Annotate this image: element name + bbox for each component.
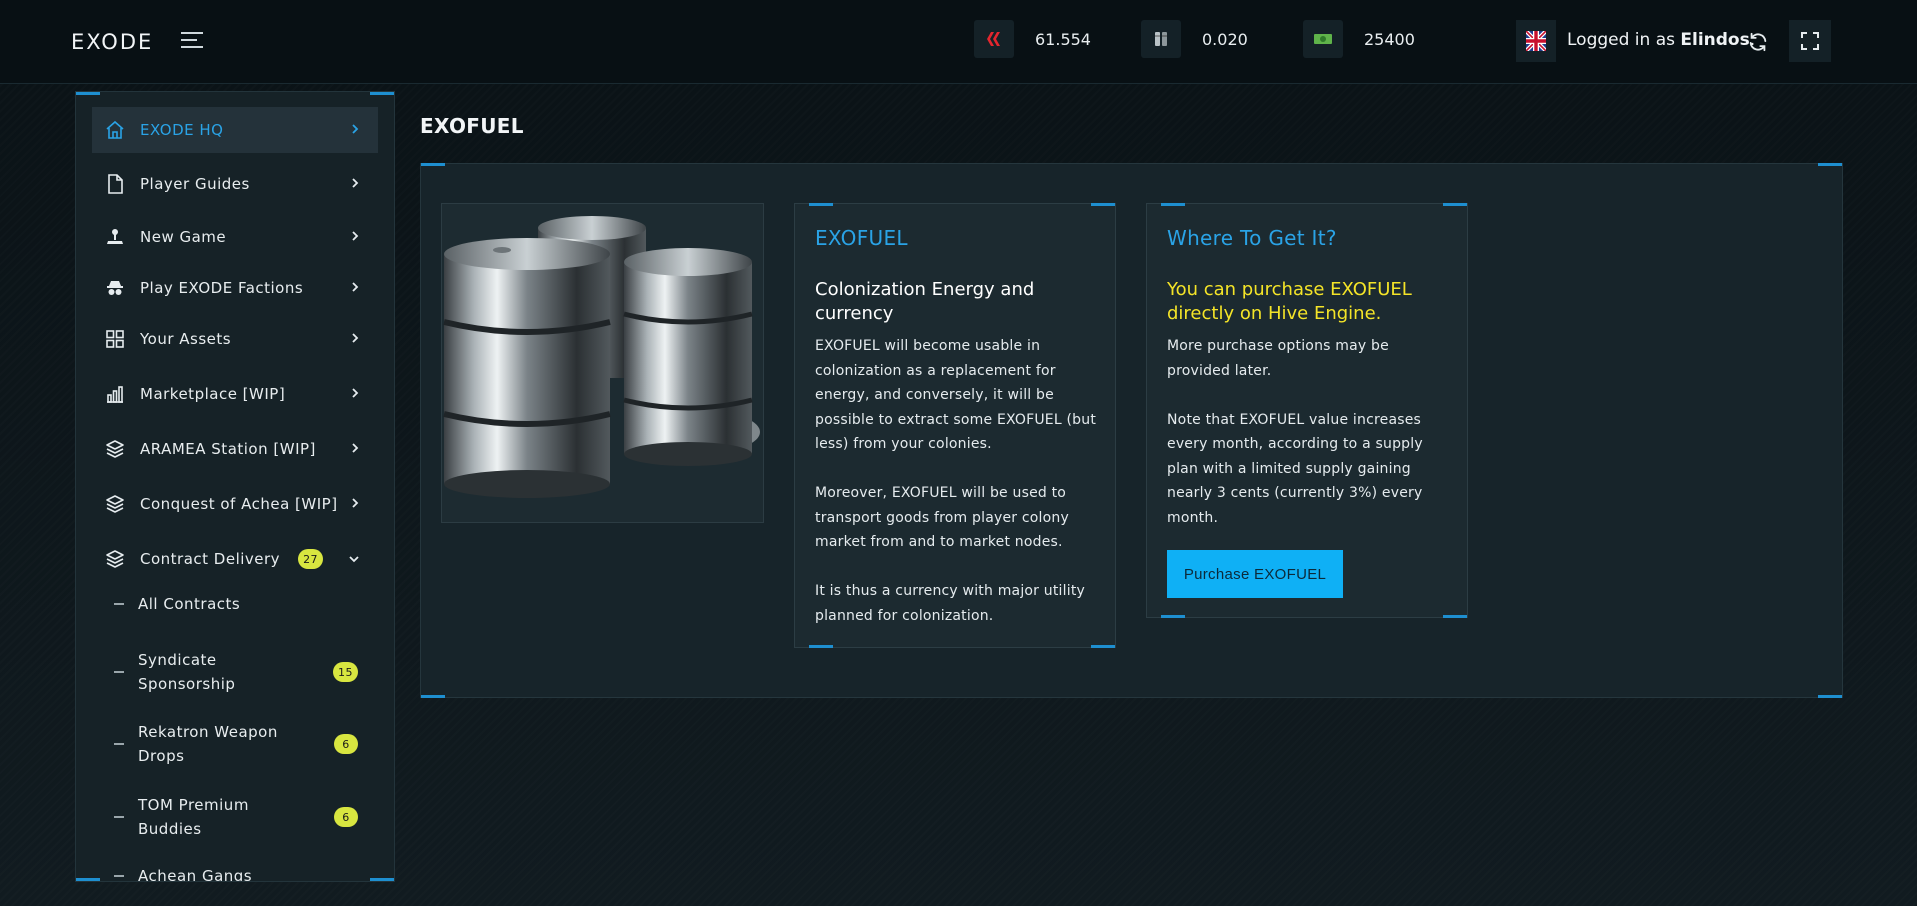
info-paragraph: It is thus a currency with major utility… xyxy=(815,583,1085,624)
refresh-icon[interactable] xyxy=(1747,31,1771,55)
corner-accent xyxy=(1443,615,1467,618)
corner-accent xyxy=(421,163,445,166)
exofuel-balance: 0.020 xyxy=(1202,29,1248,49)
joystick-icon xyxy=(104,226,126,248)
corner-accent xyxy=(1161,203,1185,206)
cash-balance: 25400 xyxy=(1364,29,1415,49)
top-bar: EXODE 61.554 0.020 25400 Logged in as El… xyxy=(0,0,1917,84)
count-badge: 6 xyxy=(334,807,358,827)
info-paragraph: EXOFUEL will become usable in colonizati… xyxy=(815,338,1097,452)
dash-bullet xyxy=(114,816,124,818)
exofuel-info-card: EXOFUEL Colonization Energy and currency… xyxy=(794,203,1116,648)
page-title: EXOFUEL xyxy=(420,114,524,138)
chevron-right-icon xyxy=(350,175,360,193)
currency-cash: 25400 xyxy=(1303,20,1415,58)
sidebar-item-player-guides[interactable]: Player Guides xyxy=(92,161,378,207)
sidebar-nav: EXODE HQ Player Guides New Game Play EXO… xyxy=(75,91,395,882)
where-paragraph: Note that EXOFUEL value increases every … xyxy=(1167,411,1423,526)
dash-bullet xyxy=(114,671,124,673)
sidebar-subitem-all-contracts[interactable]: All Contracts xyxy=(92,592,378,616)
corner-accent xyxy=(1091,203,1115,206)
corner-accent xyxy=(809,645,833,648)
fullscreen-icon[interactable] xyxy=(1789,20,1831,62)
sidebar-item-new-game[interactable]: New Game xyxy=(92,214,378,260)
contract-count-badge: 27 xyxy=(298,549,324,569)
corner-accent xyxy=(1818,695,1842,698)
exofuel-barrels-image xyxy=(441,203,764,523)
count-badge: 15 xyxy=(333,662,358,682)
info-paragraph: Moreover, EXOFUEL will be used to transp… xyxy=(815,485,1069,550)
dash-bullet xyxy=(114,743,124,745)
where-card-body: More purchase options may be provided la… xyxy=(1167,334,1452,530)
cash-icon xyxy=(1303,20,1343,58)
layers-icon xyxy=(104,548,126,570)
spy-icon xyxy=(104,277,126,299)
hive-icon xyxy=(974,20,1014,58)
chart-icon xyxy=(104,383,126,405)
chevron-right-icon xyxy=(350,121,360,139)
chevron-right-icon xyxy=(350,279,360,297)
corner-accent xyxy=(421,695,445,698)
layers-icon xyxy=(104,493,126,515)
corner-accent xyxy=(1161,615,1185,618)
info-card-body: EXOFUEL will become usable in colonizati… xyxy=(815,334,1100,628)
sidebar-subitem-achean-gangs[interactable]: Achean Gangs xyxy=(92,864,378,881)
where-paragraph: More purchase options may be provided la… xyxy=(1167,338,1389,379)
sidebar-item-exode-hq[interactable]: EXODE HQ xyxy=(92,107,378,153)
corner-accent xyxy=(809,203,833,206)
dash-bullet xyxy=(114,603,124,605)
corner-accent xyxy=(370,92,394,95)
sidebar-subitem-syndicate-sponsorship[interactable]: Syndicate Sponsorship 15 xyxy=(92,648,378,696)
corner-accent xyxy=(1091,645,1115,648)
count-badge: 6 xyxy=(334,734,358,754)
sidebar-item-conquest-of-achea[interactable]: Conquest of Achea [WIP] xyxy=(92,481,378,527)
home-icon xyxy=(104,119,126,141)
grid-icon xyxy=(104,328,126,350)
currency-exofuel: 0.020 xyxy=(1141,20,1248,58)
exode-logo[interactable]: EXODE xyxy=(71,30,153,54)
uk-flag-icon[interactable] xyxy=(1516,20,1556,62)
dash-bullet xyxy=(114,875,124,877)
chevron-down-icon xyxy=(348,550,360,568)
username: Elindos xyxy=(1680,30,1750,50)
chevron-right-icon xyxy=(350,228,360,246)
currency-hive: 61.554 xyxy=(974,20,1091,58)
info-card-title: EXOFUEL xyxy=(815,226,908,250)
chevron-right-icon xyxy=(350,330,360,348)
sidebar-item-your-assets[interactable]: Your Assets xyxy=(92,316,378,362)
chevron-right-icon xyxy=(350,495,360,513)
corner-accent xyxy=(1818,163,1842,166)
logged-in-text: Logged in as Elindos. xyxy=(1567,30,1756,50)
document-icon xyxy=(104,173,126,195)
sidebar-item-contract-delivery[interactable]: Contract Delivery 27 xyxy=(92,536,378,582)
hive-balance: 61.554 xyxy=(1035,29,1091,49)
sidebar-item-marketplace[interactable]: Marketplace [WIP] xyxy=(92,371,378,417)
sidebar-item-aramea-station[interactable]: ARAMEA Station [WIP] xyxy=(92,426,378,472)
sidebar-item-play-exode-factions[interactable]: Play EXODE Factions xyxy=(92,265,378,311)
layers-icon xyxy=(104,438,126,460)
purchase-exofuel-button[interactable]: Purchase EXOFUEL xyxy=(1167,550,1343,598)
chevron-right-icon xyxy=(350,385,360,403)
corner-accent xyxy=(1443,203,1467,206)
exofuel-icon xyxy=(1141,20,1181,58)
sidebar-subitem-rekatron-weapon-drops[interactable]: Rekatron Weapon Drops 6 xyxy=(92,720,378,768)
chevron-right-icon xyxy=(350,440,360,458)
info-card-subtitle: Colonization Energy and currency xyxy=(815,279,1035,324)
sidebar-subitem-tom-premium-buddies[interactable]: TOM Premium Buddies 6 xyxy=(92,793,378,841)
menu-toggle-icon[interactable] xyxy=(181,32,203,50)
corner-accent xyxy=(76,92,100,95)
where-to-get-card: Where To Get It? You can purchase EXOFUE… xyxy=(1146,203,1468,618)
purchase-highlight: You can purchase EXOFUEL directly on Hiv… xyxy=(1167,279,1412,324)
where-card-title: Where To Get It? xyxy=(1167,226,1337,250)
